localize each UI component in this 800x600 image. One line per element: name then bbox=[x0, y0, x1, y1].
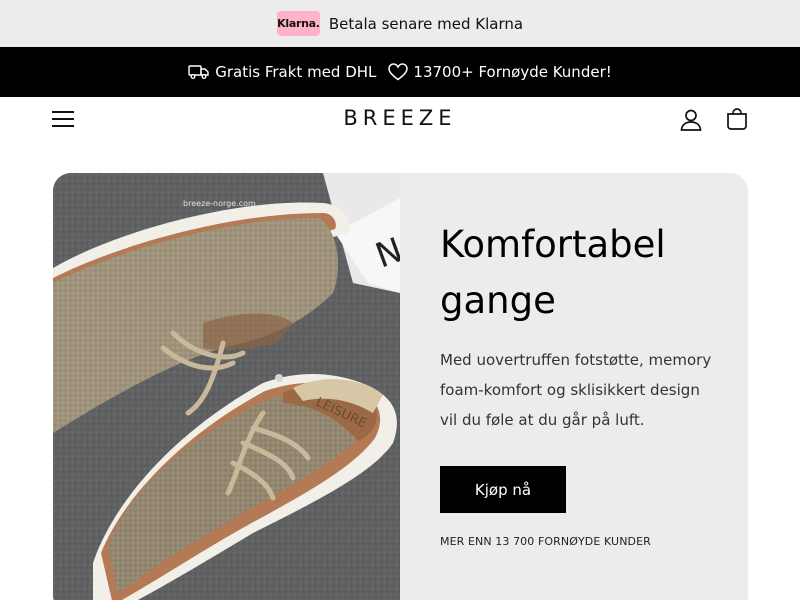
klarna-logo: Klarna. bbox=[276, 11, 320, 36]
announcement-bar: Klarna. Betala senare med Klarna bbox=[0, 0, 800, 47]
truck-icon bbox=[188, 64, 210, 80]
announcement-text: Betala senare med Klarna bbox=[328, 14, 524, 33]
hero-title: Komfortabel gange bbox=[440, 217, 730, 329]
promo-bar: Gratis Frakt med DHL 13700+ Fornøyde Kun… bbox=[0, 47, 800, 97]
heart-icon bbox=[388, 63, 409, 81]
hero-title-line-1: Komfortabel bbox=[440, 223, 666, 266]
hero-title-line-2: gange bbox=[440, 279, 556, 322]
shopping-bag-icon[interactable] bbox=[724, 106, 750, 132]
user-icon[interactable] bbox=[678, 107, 704, 133]
hero-description: Med uovertruffen fotstøtte, memory foam-… bbox=[440, 351, 712, 429]
hero-banner: N LEISURE breeze-norge.com Komfortabel g… bbox=[53, 173, 748, 600]
customers-text: 13700+ Fornøyde Kunder! bbox=[413, 63, 612, 81]
hero-note: MER ENN 13 700 FORNØYDE KUNDER bbox=[440, 535, 651, 548]
hamburger-menu-icon[interactable] bbox=[52, 109, 74, 129]
shipping-text: Gratis Frakt med DHL bbox=[215, 63, 377, 81]
hero-shoe-image: N LEISURE breeze-norge.com bbox=[53, 173, 400, 600]
buy-now-button[interactable]: Kjøp nå bbox=[440, 466, 566, 513]
image-watermark: breeze-norge.com bbox=[183, 199, 256, 208]
site-header: BREEZE bbox=[0, 97, 800, 143]
